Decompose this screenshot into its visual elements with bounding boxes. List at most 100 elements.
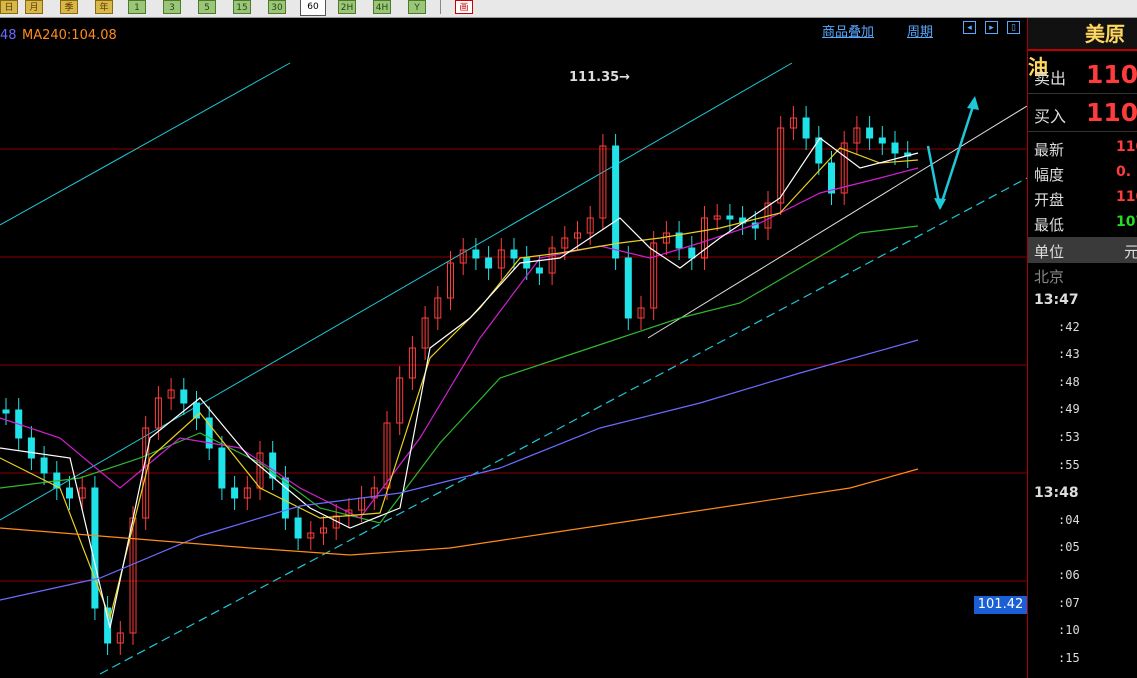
candle-body [866, 127, 874, 139]
candle-body [726, 215, 734, 220]
tick-time: 13:48 [1034, 485, 1079, 502]
period-link[interactable]: 周期 [907, 21, 933, 40]
quote-value: 0. [1116, 164, 1132, 180]
quote-value: 110 [1116, 139, 1137, 155]
period-button[interactable]: 季 [60, 0, 78, 14]
candle-body [878, 137, 886, 144]
tick-time-row: :55 [1028, 458, 1137, 485]
candle-body [535, 267, 543, 274]
period-button[interactable]: 日 [0, 0, 18, 14]
scroll-right-icon[interactable]: ▸ [985, 21, 998, 34]
ma-magenta-line [0, 167, 919, 519]
sell-row[interactable]: 卖出 110. [1028, 57, 1137, 94]
quote-row: 最低 107 [1028, 211, 1137, 236]
instrument-title: 美原油 [1028, 18, 1137, 79]
tick-time-row: :06 [1028, 568, 1137, 595]
quote-label: 最低 [1034, 216, 1065, 234]
tick-time: :53 [1058, 430, 1080, 444]
peak-price-label: 111.35→ [569, 70, 631, 85]
kline-chart[interactable] [0, 18, 1027, 678]
period-button[interactable]: 15 [233, 0, 251, 14]
period-button[interactable]: 画 [455, 0, 473, 14]
ma-blue-line [0, 339, 919, 601]
tick-time: :05 [1058, 540, 1080, 555]
quote-label: 开盘 [1034, 191, 1065, 209]
candle-body [66, 487, 73, 499]
period-button[interactable]: 5 [198, 0, 216, 14]
buy-label: 买入 [1034, 107, 1067, 126]
tick-time: :15 [1058, 650, 1080, 665]
candle-body [802, 117, 810, 139]
candle-body [91, 487, 99, 609]
period-button[interactable]: 2H [338, 0, 356, 14]
ma-yellow-line [0, 147, 919, 620]
tick-time: :10 [1058, 623, 1080, 638]
ma-blue-label: 48 [0, 28, 17, 43]
quote-row: 开盘 110 [1028, 186, 1137, 211]
sell-price: 110. [1086, 60, 1137, 89]
projection-arrowhead-up [967, 96, 979, 110]
cursor-price-tag: 101.42 [974, 596, 1027, 614]
sell-label: 卖出 [1034, 69, 1067, 88]
candle-body [688, 247, 696, 259]
candle-body [510, 249, 518, 259]
candle-body [612, 145, 620, 259]
period-button[interactable]: 1 [128, 0, 146, 14]
quote-row: 幅度 0. [1028, 161, 1137, 186]
scroll-left-icon[interactable]: ◂ [963, 21, 976, 34]
tick-time: :07 [1058, 595, 1080, 610]
projection-arrowhead-down [934, 198, 946, 210]
period-button[interactable]: 30 [268, 0, 286, 14]
tick-time-row: :43 [1028, 347, 1137, 374]
unit-label: 单位 [1034, 243, 1065, 261]
toolbar-divider [440, 0, 441, 14]
tick-time-row: :15 [1028, 651, 1137, 678]
city-label: 北京 [1034, 268, 1065, 286]
tick-time-row: :10 [1028, 623, 1137, 650]
candle-body [828, 162, 835, 194]
candlestick-plot[interactable] [0, 18, 1027, 678]
period-toolbar: 日月 季 年 1 3 5 15 30 60 2H 4H Y 画 [0, 0, 1137, 18]
tick-time-row: :04 [1028, 513, 1137, 540]
tick-time: :49 [1058, 402, 1080, 417]
tick-time: :06 [1058, 568, 1080, 582]
candle-body [472, 249, 480, 259]
candle-body [180, 389, 188, 404]
tick-time-row: :07 [1028, 596, 1137, 623]
quote-value: 107 [1116, 214, 1137, 230]
candle-body [624, 257, 632, 319]
tick-time: :48 [1058, 374, 1080, 389]
tick-time: :43 [1058, 347, 1080, 362]
candle-body [231, 487, 239, 499]
tick-time-row: :53 [1028, 430, 1137, 457]
period-button[interactable]: 3 [163, 0, 181, 14]
period-button[interactable]: 60 [300, 0, 326, 16]
period-button[interactable]: 年 [95, 0, 113, 14]
buy-price: 110. [1086, 98, 1137, 127]
tick-time-row: 13:47 [1028, 292, 1137, 319]
quote-value: 110 [1116, 189, 1137, 205]
toggle-panel-icon[interactable]: ▯ [1007, 21, 1020, 34]
quote-label: 幅度 [1034, 166, 1065, 184]
candle-body [891, 142, 899, 154]
period-button[interactable]: 4H [373, 0, 391, 14]
overlay-symbol-link[interactable]: 商品叠加 [822, 21, 874, 40]
candle-body [815, 137, 823, 164]
candle-body [485, 257, 493, 269]
period-button[interactable]: 月 [25, 0, 43, 14]
tick-time-row: :05 [1028, 540, 1137, 567]
tick-time-row: :42 [1028, 320, 1137, 347]
tick-time: 13:47 [1034, 292, 1079, 308]
buy-row[interactable]: 买入 110. [1028, 95, 1137, 132]
candle-body [40, 457, 48, 474]
quote-row: 最新 110 [1028, 136, 1137, 161]
tick-time: :42 [1058, 319, 1080, 334]
candle-body [2, 409, 10, 414]
quote-label: 最新 [1034, 141, 1065, 159]
channel-upper [0, 62, 793, 521]
period-button[interactable]: Y [408, 0, 426, 14]
channel-upper-left [0, 62, 291, 226]
tick-time: :55 [1058, 457, 1080, 472]
candle-body [27, 437, 35, 459]
candle-body [218, 447, 226, 489]
